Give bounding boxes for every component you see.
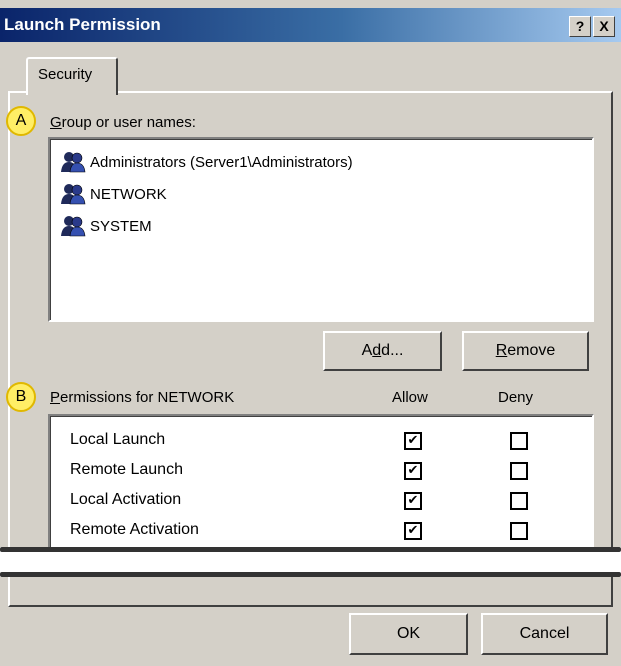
add-button[interactable]: Add... (323, 331, 442, 371)
permission-row: Local Launch ✔ (50, 426, 592, 456)
tab-security-label: Security (38, 66, 93, 83)
permission-row: Remote Activation ✔ (50, 516, 592, 546)
cut-line-bottom (0, 572, 621, 577)
permission-label: Local Launch (70, 431, 166, 448)
user-name: SYSTEM (90, 217, 152, 235)
permissions-label: Permissions for NETWORK (50, 389, 235, 406)
list-item[interactable]: Administrators (Server1\Administrators) (60, 149, 353, 175)
permission-row: Remote Launch ✔ (50, 456, 592, 486)
title-bar[interactable]: Launch Permission ? X (0, 8, 621, 42)
allow-checkbox[interactable]: ✔ (404, 522, 422, 540)
allow-checkbox[interactable]: ✔ (404, 462, 422, 480)
group-user-list[interactable]: Administrators (Server1\Administrators) … (48, 137, 594, 322)
ok-button[interactable]: OK (349, 613, 468, 655)
window-title: Launch Permission (4, 15, 161, 34)
permission-row: Local Activation ✔ (50, 486, 592, 516)
permission-label: Local Activation (70, 491, 182, 508)
deny-checkbox[interactable] (510, 522, 528, 540)
cancel-button[interactable]: Cancel (481, 613, 608, 655)
deny-checkbox[interactable] (510, 462, 528, 480)
permissions-list: Local Launch ✔ Remote Launch ✔ Local Act… (48, 414, 594, 566)
callout-a: A (6, 106, 36, 136)
help-button[interactable]: ? (569, 16, 591, 37)
allow-checkbox[interactable]: ✔ (404, 432, 422, 450)
deny-checkbox[interactable] (510, 492, 528, 510)
user-name: NETWORK (90, 185, 167, 203)
launch-permission-dialog: Launch Permission ? X Security A Group o… (0, 0, 621, 666)
deny-checkbox[interactable] (510, 432, 528, 450)
user-name: Administrators (Server1\Administrators) (90, 153, 353, 171)
list-item[interactable]: NETWORK (60, 181, 167, 207)
deny-header: Deny (498, 389, 534, 406)
tab-security[interactable]: Security (26, 57, 118, 95)
user-group-icon (61, 152, 86, 173)
security-panel-bottom (8, 577, 613, 607)
allow-checkbox[interactable]: ✔ (404, 492, 422, 510)
remove-button[interactable]: Remove (462, 331, 589, 371)
user-group-icon (61, 184, 86, 205)
allow-header: Allow (392, 389, 428, 406)
cut-line-top (0, 547, 621, 552)
close-button[interactable]: X (593, 16, 615, 37)
callout-b: B (6, 382, 36, 412)
user-group-icon (61, 216, 86, 237)
permission-label: Remote Activation (70, 521, 199, 538)
permission-label: Remote Launch (70, 461, 183, 478)
list-item[interactable]: SYSTEM (60, 213, 152, 239)
group-user-names-label: Group or user names: (50, 114, 196, 131)
